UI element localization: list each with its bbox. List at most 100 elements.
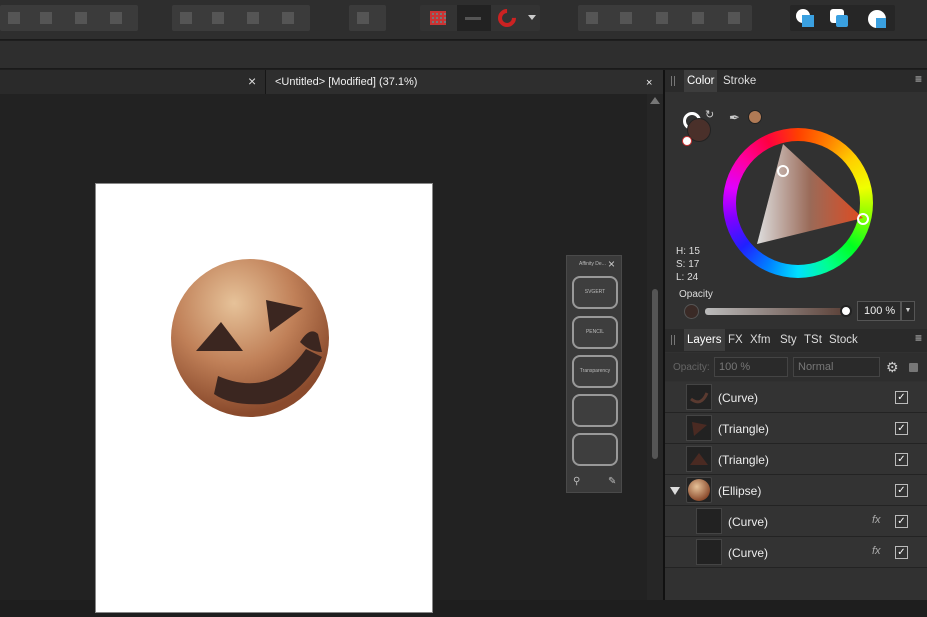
studio-button-transparency[interactable]: Transparency: [572, 355, 618, 388]
opacity-slider[interactable]: [705, 308, 847, 315]
order-icon: [247, 12, 259, 24]
close-icon[interactable]: ×: [646, 76, 652, 90]
transform-button-group[interactable]: [172, 5, 310, 31]
tab-layers[interactable]: Layers: [684, 329, 725, 351]
wrench-icon[interactable]: ✎: [608, 476, 616, 487]
insert-button[interactable]: [349, 5, 386, 31]
color-panel-tabs: Color Stroke ≡: [665, 70, 927, 92]
panel-menu-icon[interactable]: ≡: [915, 72, 922, 86]
picked-color-swatch[interactable]: [748, 110, 762, 124]
snapping-group[interactable]: [420, 5, 540, 31]
layer-thumbnail: [696, 508, 722, 534]
layer-name: (Triangle): [718, 422, 769, 436]
swap-icon[interactable]: ↻: [705, 108, 714, 121]
chevron-down-icon[interactable]: [528, 15, 536, 20]
align-left-icon: [8, 12, 20, 24]
layer-thumbnail: [686, 446, 712, 472]
grip-icon[interactable]: [671, 76, 675, 86]
eyedropper-icon[interactable]: ✒: [729, 110, 740, 126]
snap-bar-icon[interactable]: [457, 5, 491, 31]
tab-sty[interactable]: Sty: [777, 329, 800, 351]
lock-icon[interactable]: [909, 363, 918, 372]
scrollbar-thumb[interactable]: [652, 289, 658, 459]
align-right-icon: [75, 12, 87, 24]
layer-row[interactable]: (Ellipse) ✓: [665, 475, 927, 506]
context-toolbar: [0, 41, 927, 69]
grip-icon[interactable]: [671, 335, 675, 345]
tab-xfm[interactable]: Xfm: [747, 329, 773, 351]
no-color-icon[interactable]: [682, 136, 692, 146]
scroll-up-icon[interactable]: [650, 97, 660, 104]
layer-name: (Curve): [718, 391, 759, 405]
canvas-area[interactable]: [0, 94, 647, 613]
tab-color[interactable]: Color: [684, 70, 718, 92]
studio-button-pencil[interactable]: PENCIL: [572, 316, 618, 349]
studio-title: Affinity De...: [579, 261, 606, 267]
document-tab-active[interactable]: <Untitled> [Modified] (37.1%) ×: [266, 70, 663, 94]
pumpkin-face-artwork[interactable]: [96, 184, 434, 614]
tab-stock[interactable]: Stock: [826, 329, 861, 351]
chevron-down-icon[interactable]: ▼: [901, 301, 915, 321]
layer-opacity-field[interactable]: 100 %: [714, 357, 788, 377]
layer-row[interactable]: (Curve) fx ✓: [665, 537, 927, 568]
boolean-group[interactable]: [578, 5, 752, 31]
boolean-intersect-icon: [656, 12, 668, 24]
layer-row[interactable]: (Curve) ✓: [665, 382, 927, 413]
layer-thumbnail: [686, 415, 712, 441]
snapping-magnet-icon[interactable]: [494, 5, 520, 31]
tab-stroke[interactable]: Stroke: [720, 70, 759, 92]
layer-row[interactable]: (Curve) fx ✓: [665, 506, 927, 537]
studio-button-5[interactable]: [572, 433, 618, 466]
layer-row[interactable]: (Triangle) ✓: [665, 413, 927, 444]
expand-triangle-icon[interactable]: [670, 487, 680, 495]
tab-fx[interactable]: FX: [725, 329, 746, 351]
gear-icon[interactable]: ⚙: [886, 359, 899, 376]
visibility-checkbox[interactable]: ✓: [895, 422, 908, 435]
close-icon[interactable]: ×: [608, 257, 615, 271]
boolean-subtract-icon: [620, 12, 632, 24]
hue-value: H: 15: [676, 246, 700, 257]
layer-name: (Curve): [728, 546, 769, 560]
geometry-group[interactable]: [790, 5, 895, 31]
studio-button-4[interactable]: [572, 394, 618, 427]
align-button-group[interactable]: [0, 5, 138, 31]
blend-mode-select[interactable]: Normal: [793, 357, 880, 377]
opacity-value-field[interactable]: 100 %: [857, 301, 901, 321]
visibility-checkbox[interactable]: ✓: [895, 484, 908, 497]
close-icon[interactable]: ×: [248, 74, 256, 88]
order-back-icon: [282, 12, 294, 24]
main-toolbar: [0, 0, 927, 40]
layer-thumbnail: [696, 539, 722, 565]
studio-button-svgert[interactable]: SVGERT: [572, 276, 618, 309]
visibility-checkbox[interactable]: ✓: [895, 391, 908, 404]
layer-name: (Triangle): [718, 453, 769, 467]
color-triangle[interactable]: [723, 128, 873, 278]
fx-icon[interactable]: fx: [872, 514, 881, 526]
document-page[interactable]: [95, 183, 433, 613]
visibility-checkbox[interactable]: ✓: [895, 546, 908, 559]
boolean-divide-icon: [728, 12, 740, 24]
fx-icon[interactable]: fx: [872, 545, 881, 557]
studio-panel: Color Stroke ≡ ↻ ✒ H: 15 S: 17 L: 24 Opa…: [665, 70, 927, 600]
visibility-checkbox[interactable]: ✓: [895, 453, 908, 466]
saturation-value: S: 17: [676, 259, 700, 270]
document-tab-bar: × <Untitled> [Modified] (37.1%) ×: [0, 70, 663, 94]
lightness-value: L: 24: [676, 272, 699, 283]
document-tab-inactive[interactable]: ×: [0, 70, 266, 94]
opacity-slider-knob[interactable]: [840, 305, 852, 317]
vertical-scrollbar[interactable]: [647, 94, 663, 600]
visibility-checkbox[interactable]: ✓: [895, 515, 908, 528]
layer-name: (Ellipse): [718, 484, 762, 498]
pin-icon[interactable]: ⚲: [573, 476, 580, 487]
floating-studio-panel[interactable]: Affinity De... × SVGERT PENCIL Transpare…: [566, 255, 622, 493]
boolean-xor-icon: [692, 12, 704, 24]
opacity-color-dot: [684, 304, 699, 319]
layer-row[interactable]: (Triangle) ✓: [665, 444, 927, 475]
grid-icon[interactable]: [430, 11, 446, 25]
tab-tst[interactable]: TSt: [801, 329, 825, 351]
layer-opacity-label: Opacity:: [673, 362, 710, 373]
align-center-icon: [40, 12, 52, 24]
panel-menu-icon[interactable]: ≡: [915, 331, 922, 345]
opacity-label: Opacity: [679, 289, 713, 300]
document-tab-title: <Untitled> [Modified] (37.1%): [275, 76, 418, 88]
